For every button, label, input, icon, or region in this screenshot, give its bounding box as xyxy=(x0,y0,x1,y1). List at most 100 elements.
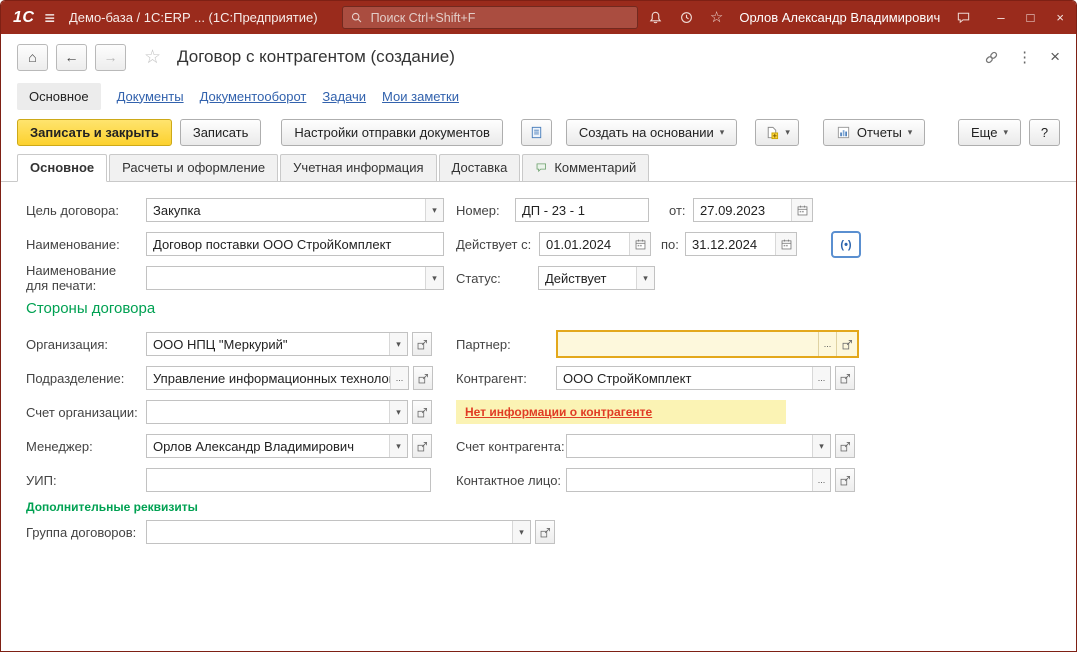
favorite-toggle-star-icon[interactable]: ☆ xyxy=(144,48,161,67)
division-open-button[interactable] xyxy=(413,366,433,390)
tab-raschety-i-oformlenie[interactable]: Расчеты и оформление xyxy=(109,154,278,182)
no-counterparty-info-link[interactable]: Нет информации о контрагенте xyxy=(465,405,652,419)
nav-item-zadachi[interactable]: Задачи xyxy=(322,89,366,104)
status-dropdown-button[interactable]: ▾ xyxy=(636,267,654,289)
date-from-calendar-button[interactable] xyxy=(791,199,812,221)
valid-to-input[interactable]: 31.12.2024 xyxy=(685,232,797,256)
nav-item-dokumenty[interactable]: Документы xyxy=(117,89,184,104)
history-icon[interactable] xyxy=(679,10,694,25)
contract-group-dropdown-button[interactable]: ▾ xyxy=(512,521,530,543)
organization-value: ООО НПЦ "Меркурий" xyxy=(147,337,389,352)
goal-select[interactable]: Закупка ▾ xyxy=(146,198,444,222)
valid-from-input[interactable]: 01.01.2024 xyxy=(539,232,651,256)
favorites-star-icon[interactable]: ☆ xyxy=(710,10,723,25)
send-settings-button[interactable]: Настройки отправки документов xyxy=(281,119,503,146)
nav-item-osnovnoe[interactable]: Основное xyxy=(17,83,101,110)
uip-input[interactable] xyxy=(146,468,431,492)
org-account-dropdown-button[interactable]: ▾ xyxy=(389,401,407,423)
maximize-button[interactable]: □ xyxy=(1027,10,1035,25)
tab-dostavka[interactable]: Доставка xyxy=(439,154,521,182)
discussions-icon[interactable] xyxy=(956,10,971,25)
partner-select-button[interactable]: ... xyxy=(818,332,836,356)
back-button[interactable]: ← xyxy=(56,44,87,71)
link-icon[interactable] xyxy=(984,50,999,65)
period-history-button[interactable]: (•) xyxy=(831,231,861,258)
division-select-button[interactable]: ... xyxy=(390,367,408,389)
document-structure-button[interactable] xyxy=(521,119,552,146)
tab-osnovnoe[interactable]: Основное xyxy=(17,154,107,182)
nav-item-dokumentooborot[interactable]: Документооборот xyxy=(200,89,307,104)
counterparty-open-button[interactable] xyxy=(835,366,855,390)
forward-button[interactable]: → xyxy=(95,44,126,71)
contact-person-select-button[interactable]: ... xyxy=(812,469,830,491)
help-button[interactable]: ? xyxy=(1029,119,1060,146)
search-icon xyxy=(350,11,363,24)
tab-kommentariy[interactable]: Комментарий xyxy=(522,154,649,182)
tab-uchetnaya-informatsiya[interactable]: Учетная информация xyxy=(280,154,436,182)
status-select[interactable]: Действует ▾ xyxy=(538,266,655,290)
save-button[interactable]: Записать xyxy=(180,119,262,146)
nav-links: Основное Документы Документооборот Задач… xyxy=(1,80,1076,112)
cp-account-select[interactable]: ▾ xyxy=(566,434,831,458)
org-account-open-button[interactable] xyxy=(412,400,432,424)
valid-from-value: 01.01.2024 xyxy=(540,237,629,252)
organization-select[interactable]: ООО НПЦ "Меркурий" ▾ xyxy=(146,332,408,356)
org-account-select[interactable]: ▾ xyxy=(146,400,408,424)
global-search[interactable] xyxy=(342,6,638,29)
status-label: Статус: xyxy=(456,266,501,292)
valid-to-calendar-button[interactable] xyxy=(775,233,796,255)
counterparty-select-button[interactable]: ... xyxy=(812,367,830,389)
contract-form: Цель договора: Закупка ▾ Номер: ДП - 23 … xyxy=(1,182,1076,652)
org-account-label: Счет организации: xyxy=(26,400,138,426)
close-app-button[interactable]: × xyxy=(1056,10,1064,25)
valid-from-calendar-button[interactable] xyxy=(629,233,650,255)
contact-person-open-button[interactable] xyxy=(835,468,855,492)
goal-dropdown-button[interactable]: ▾ xyxy=(425,199,443,221)
organization-open-button[interactable] xyxy=(412,332,432,356)
current-user[interactable]: Орлов Александр Владимирович xyxy=(739,10,940,25)
contact-person-field[interactable]: ... xyxy=(566,468,831,492)
minimize-button[interactable]: – xyxy=(997,10,1004,25)
close-form-button[interactable]: × xyxy=(1050,47,1060,67)
uip-label: УИП: xyxy=(26,468,57,494)
print-name-label: Наименование для печати: xyxy=(26,263,138,293)
window-header-actions: ⋮ × xyxy=(984,47,1060,67)
reports-button[interactable]: Отчеты ▾ xyxy=(823,119,925,146)
print-name-select[interactable]: ▾ xyxy=(146,266,444,290)
app-title: Демо-база / 1С:ERP ... (1С:Предприятие) xyxy=(69,10,318,25)
number-input[interactable]: ДП - 23 - 1 xyxy=(515,198,649,222)
more-button[interactable]: Еще ▾ xyxy=(958,119,1021,146)
notifications-bell-icon[interactable] xyxy=(648,10,663,25)
partner-open-button[interactable] xyxy=(836,332,857,356)
manager-select[interactable]: Орлов Александр Владимирович ▾ xyxy=(146,434,408,458)
contract-name-input[interactable]: Договор поставки ООО СтройКомплект xyxy=(146,232,444,256)
search-input[interactable] xyxy=(369,10,630,26)
create-based-on-button[interactable]: Создать на основании ▾ xyxy=(566,119,737,146)
caret-down-icon: ▾ xyxy=(1003,128,1008,137)
manager-dropdown-button[interactable]: ▾ xyxy=(389,435,407,457)
cp-account-dropdown-button[interactable]: ▾ xyxy=(812,435,830,457)
contract-group-open-button[interactable] xyxy=(535,520,555,544)
toolbar: Записать и закрыть Записать Настройки от… xyxy=(1,112,1076,152)
date-from-input[interactable]: 27.09.2023 xyxy=(693,198,813,222)
home-button[interactable]: ⌂ xyxy=(17,44,48,71)
nav-item-moi-zametki[interactable]: Мои заметки xyxy=(382,89,459,104)
attachments-button[interactable]: ▾ xyxy=(755,119,799,146)
window-header: ⌂ ← → ☆ Договор с контрагентом (создание… xyxy=(1,34,1076,80)
organization-dropdown-button[interactable]: ▾ xyxy=(389,333,407,355)
save-and-close-button[interactable]: Записать и закрыть xyxy=(17,119,172,146)
counterparty-field[interactable]: ООО СтройКомплект ... xyxy=(556,366,831,390)
window-controls: – □ × xyxy=(997,10,1064,25)
cp-account-open-button[interactable] xyxy=(835,434,855,458)
contract-group-select[interactable]: ▾ xyxy=(146,520,531,544)
main-menu-icon[interactable]: ≡ xyxy=(44,9,55,27)
manager-open-button[interactable] xyxy=(412,434,432,458)
open-icon xyxy=(416,406,429,419)
partner-field[interactable]: ... xyxy=(556,330,859,358)
division-field[interactable]: Управление информационных технологи ... xyxy=(146,366,409,390)
print-name-dropdown-button[interactable]: ▾ xyxy=(425,267,443,289)
kebab-menu-icon[interactable]: ⋮ xyxy=(1017,48,1032,66)
titlebar: 1С ≡ Демо-база / 1С:ERP ... (1С:Предприя… xyxy=(1,1,1076,34)
titlebar-actions: ☆ Орлов Александр Владимирович – □ × xyxy=(648,10,1064,25)
form-tabs: Основное Расчеты и оформление Учетная ин… xyxy=(1,153,1076,182)
